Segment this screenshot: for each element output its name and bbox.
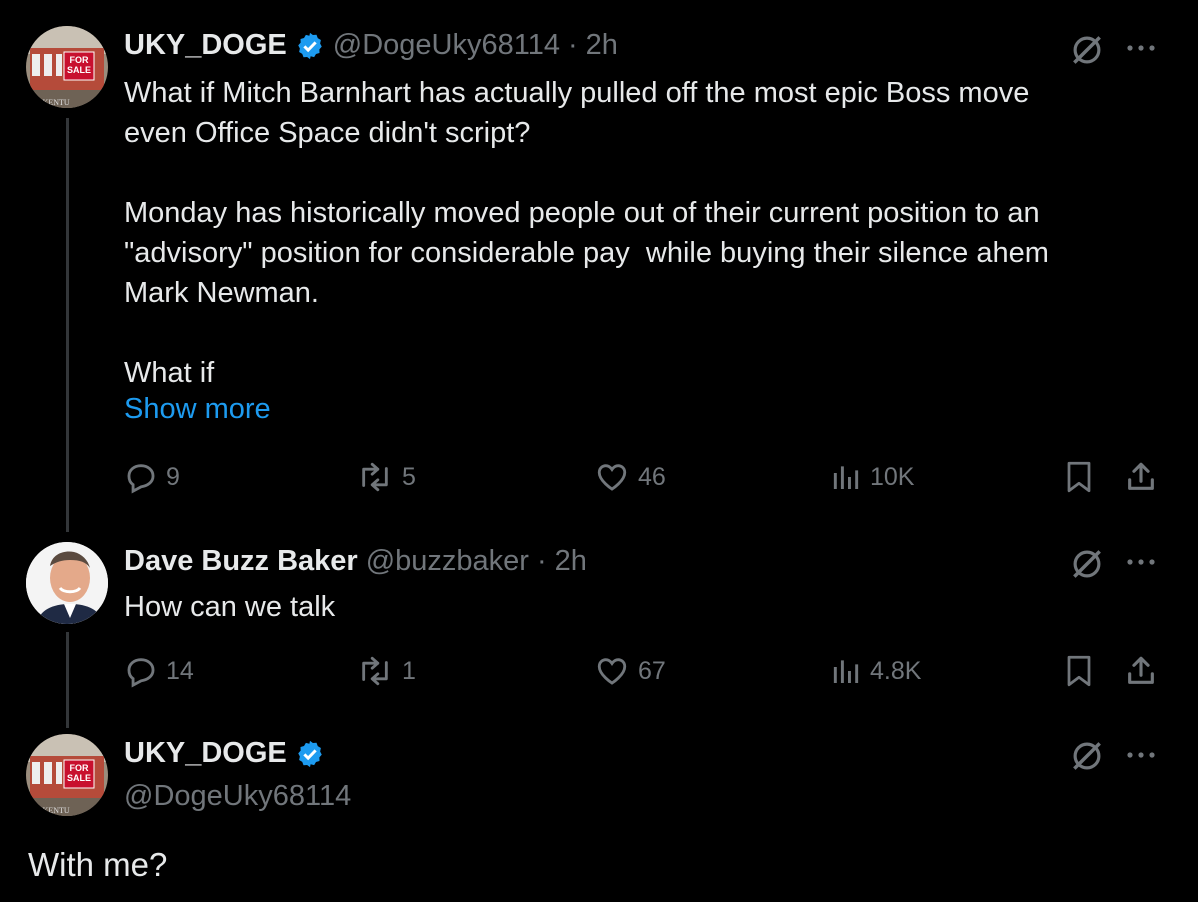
- heart-icon: [597, 464, 627, 491]
- avatar[interactable]: FOR SALE OF KENTU: [26, 26, 108, 108]
- svg-text:OF KENTU: OF KENTU: [30, 98, 70, 107]
- repost-button[interactable]: 1: [356, 654, 416, 688]
- views-button[interactable]: 4.8K: [830, 654, 921, 688]
- display-name[interactable]: UKY_DOGE: [124, 737, 287, 770]
- timestamp[interactable]: 2h: [555, 545, 587, 578]
- timestamp[interactable]: 2h: [586, 29, 618, 62]
- thread-connector: [66, 632, 69, 728]
- post-text: How can we talk: [124, 591, 336, 623]
- svg-text:SALE: SALE: [67, 773, 91, 783]
- heart-icon: [597, 658, 627, 685]
- views-icon: [833, 466, 859, 489]
- verified-badge-icon: [298, 740, 322, 767]
- repost-icon: [362, 656, 388, 686]
- handle[interactable]: @DogeUky68114: [333, 29, 560, 62]
- share-icon[interactable]: [1124, 654, 1158, 693]
- avatar[interactable]: FOR SALE OF KENTU: [26, 734, 108, 816]
- repost-count: 1: [402, 656, 416, 685]
- views-count: 4.8K: [870, 656, 922, 685]
- repost-icon: [362, 462, 388, 492]
- time-separator: ·: [567, 29, 578, 61]
- post-header: Dave Buzz Baker @buzzbaker · 2h: [124, 545, 587, 578]
- like-button[interactable]: 67: [594, 654, 666, 688]
- like-count: 46: [638, 462, 666, 491]
- show-more-link[interactable]: Show more: [124, 393, 271, 426]
- avatar[interactable]: [26, 542, 108, 624]
- grok-icon[interactable]: [1068, 737, 1106, 780]
- svg-text:FOR: FOR: [70, 55, 89, 65]
- grok-icon[interactable]: [1068, 545, 1106, 588]
- display-name[interactable]: UKY_DOGE: [124, 29, 287, 62]
- like-button[interactable]: 46: [594, 460, 666, 494]
- share-icon[interactable]: [1124, 460, 1158, 499]
- repost-button[interactable]: 5: [356, 460, 416, 494]
- views-count: 10K: [870, 462, 915, 491]
- views-icon: [833, 660, 859, 683]
- person-avatar-icon: [26, 542, 108, 624]
- reply-count: 9: [166, 462, 180, 491]
- svg-text:OF KENTU: OF KENTU: [30, 806, 70, 815]
- svg-text:FOR: FOR: [70, 763, 89, 773]
- handle[interactable]: @buzzbaker: [366, 545, 529, 578]
- building-for-sale-avatar-icon: FOR SALE OF KENTU: [26, 734, 108, 816]
- thread-connector: [66, 118, 69, 532]
- like-count: 67: [638, 656, 666, 685]
- bookmark-icon[interactable]: [1064, 654, 1094, 693]
- bookmark-icon[interactable]: [1064, 460, 1094, 499]
- post-text: With me?: [28, 846, 168, 883]
- post-header: UKY_DOGE: [124, 737, 325, 770]
- reply-button[interactable]: 9: [124, 460, 180, 494]
- display-name[interactable]: Dave Buzz Baker: [124, 545, 358, 578]
- post-text: What if Mitch Barnhart has actually pull…: [124, 77, 1049, 389]
- grok-icon[interactable]: [1068, 31, 1106, 74]
- more-options-icon[interactable]: [1124, 552, 1158, 577]
- repost-count: 5: [402, 462, 416, 491]
- building-for-sale-avatar-icon: FOR SALE OF KENTU: [26, 26, 108, 108]
- more-options-icon[interactable]: [1124, 38, 1158, 63]
- reply-button[interactable]: 14: [124, 654, 194, 688]
- svg-text:SALE: SALE: [67, 65, 91, 75]
- handle[interactable]: @DogeUky68114: [124, 780, 351, 813]
- verified-badge-icon: [298, 32, 322, 59]
- views-button[interactable]: 10K: [830, 460, 914, 494]
- reply-icon: [127, 464, 155, 494]
- reply-count: 14: [166, 656, 194, 685]
- reply-icon: [127, 658, 155, 688]
- time-separator: ·: [536, 545, 547, 577]
- post-header: UKY_DOGE @DogeUky68114 · 2h: [124, 29, 618, 62]
- more-options-icon[interactable]: [1124, 745, 1158, 770]
